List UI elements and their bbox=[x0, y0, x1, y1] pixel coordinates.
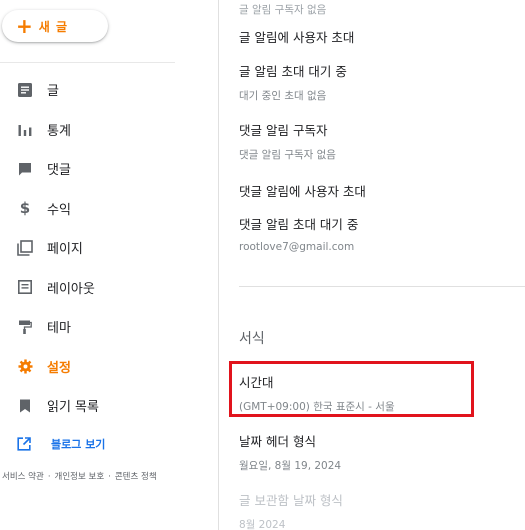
archive-date-value: 8월 2024 bbox=[239, 519, 286, 530]
footer-separator: · bbox=[47, 472, 51, 482]
posts-icon bbox=[17, 82, 33, 98]
stats-icon bbox=[17, 121, 33, 137]
sidebar-item-stats[interactable]: 통계 bbox=[0, 110, 218, 150]
sidebar-item-label: 설정 bbox=[47, 360, 71, 376]
footer-separator: · bbox=[108, 472, 111, 482]
comment-pending-title: 댓글 알림 초대 대기 중 bbox=[239, 217, 359, 232]
sidebar-item-label: 페이지 bbox=[47, 242, 83, 258]
new-post-button[interactable]: + 새 글 bbox=[2, 10, 108, 42]
comment-icon bbox=[17, 161, 33, 177]
bookmark-icon bbox=[17, 398, 33, 414]
sidebar-item-label: 테마 bbox=[47, 321, 71, 337]
sidebar-item-label: 글 bbox=[47, 84, 59, 100]
open-in-new-icon bbox=[17, 437, 31, 451]
comment-invite-row[interactable]: 댓글 알림에 사용자 초대 bbox=[239, 181, 525, 200]
post-pending-value: 대기 중인 초대 없음 bbox=[239, 90, 327, 102]
comment-pending-row[interactable]: 댓글 알림 초대 대기 중 rootlove7@gmail.com bbox=[239, 214, 525, 253]
sidebar-item-earnings[interactable]: $ 수익 bbox=[0, 189, 218, 229]
format-section-title: 서식 bbox=[239, 331, 265, 347]
timezone-title: 시간대 bbox=[239, 375, 274, 390]
pages-icon bbox=[17, 239, 33, 256]
view-blog-label: 블로그 보기 bbox=[51, 438, 106, 451]
comment-pending-value: rootlove7@gmail.com bbox=[239, 241, 355, 253]
sidebar-item-posts[interactable]: 글 bbox=[0, 70, 218, 110]
content-policy-link[interactable]: 콘텐츠 정책 bbox=[115, 472, 157, 482]
post-subscribers-status: 글 알림 구독자 없음 bbox=[239, 4, 327, 16]
sidebar-item-label: 읽기 목록 bbox=[47, 400, 99, 416]
sidebar-item-reading-list[interactable]: 읽기 목록 bbox=[0, 386, 218, 426]
post-invite-row[interactable]: 글 알림에 사용자 초대 bbox=[239, 27, 525, 46]
settings-panel: 글 알림 구독자 없음 글 알림에 사용자 초대 글 알림 초대 대기 중 대기… bbox=[219, 0, 525, 530]
sidebar-item-label: 댓글 bbox=[47, 163, 71, 179]
sidebar-item-label: 레이아웃 bbox=[47, 281, 95, 297]
archive-date-row[interactable]: 글 보관함 날짜 형식 8월 2024 bbox=[239, 490, 525, 530]
post-subscribers-row: 글 알림 구독자 없음 bbox=[239, 0, 525, 17]
sidebar-item-pages[interactable]: 페이지 bbox=[0, 228, 218, 268]
timezone-row[interactable]: 시간대 (GMT+09:00) 한국 표준시 - 서울 bbox=[239, 372, 525, 414]
layout-icon bbox=[17, 279, 33, 295]
footer-links: 서비스 약관 · 개인정보 보호 · 콘텐츠 정책 bbox=[2, 470, 157, 482]
sidebar-item-label: 수익 bbox=[47, 202, 71, 218]
sidebar-divider bbox=[0, 62, 175, 63]
timezone-value: (GMT+09:00) 한국 표준시 - 서울 bbox=[239, 401, 395, 413]
sidebar-nav: 글 통계 댓글 $ 수익 페이지 레이아웃 테마 설정 읽기 목록 bbox=[0, 70, 218, 426]
plus-icon: + bbox=[16, 14, 33, 38]
sidebar-item-theme[interactable]: 테마 bbox=[0, 307, 218, 347]
section-divider bbox=[239, 286, 525, 287]
comment-subscribers-value: 댓글 알림 구독자 없음 bbox=[239, 149, 336, 161]
comment-subscribers-row[interactable]: 댓글 알림 구독자 댓글 알림 구독자 없음 bbox=[239, 120, 525, 162]
post-pending-row[interactable]: 글 알림 초대 대기 중 대기 중인 초대 없음 bbox=[239, 61, 525, 103]
archive-date-title: 글 보관함 날짜 형식 bbox=[239, 493, 343, 508]
new-post-label: 새 글 bbox=[38, 19, 69, 34]
sidebar: + 새 글 글 통계 댓글 $ 수익 페이지 레이아웃 테마 설정 읽기 목록 … bbox=[0, 0, 218, 530]
date-header-row[interactable]: 날짜 헤더 형식 월요일, 8월 19, 2024 bbox=[239, 431, 525, 473]
terms-link[interactable]: 서비스 약관 bbox=[2, 472, 44, 482]
sidebar-item-layout[interactable]: 레이아웃 bbox=[0, 268, 218, 308]
dollar-icon: $ bbox=[19, 198, 31, 217]
sidebar-item-settings[interactable]: 설정 bbox=[0, 347, 218, 387]
paint-roller-icon bbox=[17, 319, 33, 335]
gear-icon bbox=[17, 358, 33, 374]
privacy-link[interactable]: 개인정보 보호 bbox=[55, 472, 105, 482]
sidebar-item-comments[interactable]: 댓글 bbox=[0, 149, 218, 189]
post-invite-title: 글 알림에 사용자 초대 bbox=[239, 30, 355, 45]
comment-subscribers-title: 댓글 알림 구독자 bbox=[239, 123, 328, 138]
date-header-value: 월요일, 8월 19, 2024 bbox=[239, 460, 342, 472]
view-blog-link[interactable]: 블로그 보기 bbox=[17, 436, 105, 452]
date-header-title: 날짜 헤더 형식 bbox=[239, 434, 316, 449]
comment-invite-title: 댓글 알림에 사용자 초대 bbox=[239, 184, 366, 199]
sidebar-item-label: 통계 bbox=[47, 123, 71, 139]
post-pending-title: 글 알림 초대 대기 중 bbox=[239, 64, 347, 79]
